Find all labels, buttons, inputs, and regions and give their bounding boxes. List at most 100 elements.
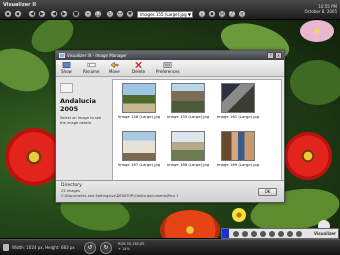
tool-icon[interactable]: [251, 231, 257, 237]
fit-icon[interactable]: □: [94, 10, 102, 18]
thumbnail-caption: Image 167 (Large).jpg: [117, 162, 161, 167]
thumbnail-item[interactable]: Image 146 (Large).jpg: [116, 83, 162, 119]
file-select-value: Images 155 (Large).jpg: [140, 12, 187, 17]
show-button[interactable]: Show: [61, 61, 72, 74]
file-select[interactable]: Images 155 (Large).jpg ▼: [137, 11, 193, 18]
thumbnail-image: [122, 131, 156, 161]
close-window-icon[interactable]: ×: [275, 52, 282, 59]
dialog-content: Andalucia 2005 Select an image to see th…: [56, 77, 284, 188]
rotate-left-icon[interactable]: ↺: [84, 242, 96, 254]
delete-icon: [135, 61, 142, 69]
close-icon[interactable]: ×: [238, 10, 246, 18]
thumbnail-item[interactable]: Image 161 (Large).jpg: [215, 83, 261, 119]
window-controls: ? ×: [267, 52, 282, 59]
thumbnail-image: [122, 83, 156, 113]
dialog-toolbar: Show Rename Move Delete Preferences: [56, 60, 284, 77]
rename-icon: [87, 62, 96, 68]
album-title: Andalucia 2005: [60, 97, 97, 113]
red-flower: [284, 132, 332, 180]
preferences-button[interactable]: Preferences: [156, 61, 180, 74]
delete-label: Delete: [132, 69, 146, 74]
album-hint: Select an image to see the image details: [60, 116, 102, 125]
rename-button[interactable]: Rename: [83, 61, 99, 74]
tool-icon[interactable]: [233, 231, 239, 237]
thumbnail-item[interactable]: Image 167 (Large).jpg: [116, 131, 162, 167]
directory-path: C:\Documents and Settings\vz\DESKTOP\Cie…: [61, 194, 179, 198]
forward-icon[interactable]: ▶: [38, 10, 46, 18]
image-dimensions: Width: 1024 px, Height: 683 px: [12, 245, 75, 250]
flip-icon[interactable]: ↔: [116, 10, 124, 18]
preferences-label: Preferences: [156, 69, 180, 74]
dialog-status-bar: Directory 23 Images C:\Documents and Set…: [56, 180, 284, 202]
orange-flower: [160, 210, 220, 238]
folder-icon: [60, 83, 73, 93]
leaf-shape: [290, 60, 340, 105]
first-icon[interactable]: ◀: [50, 10, 58, 18]
help-window-icon[interactable]: ?: [267, 52, 274, 59]
tool-icon[interactable]: [269, 231, 275, 237]
app-title: Visualizer II: [3, 2, 37, 8]
clock-date: October 8, 2005: [304, 9, 337, 14]
app-bottom-bar: Width: 1024 px, Height: 683 px ↺ ↻ RGB 5…: [0, 239, 340, 255]
folder-icon[interactable]: ▪: [14, 10, 22, 18]
pink-flower: [300, 20, 334, 42]
thumbnail-image: [171, 131, 205, 161]
last-icon[interactable]: ▶: [60, 10, 68, 18]
tool-icon[interactable]: [242, 231, 248, 237]
show-icon: [62, 62, 71, 68]
image-icon[interactable]: ▪: [4, 10, 12, 18]
move-label: Move: [109, 69, 120, 74]
print-icon[interactable]: ▪: [208, 10, 216, 18]
image-count: 23 Images: [61, 189, 80, 193]
image-info-icon: [3, 244, 9, 251]
dialog-title-bar[interactable]: Visualizer IX - Image Manager ? ×: [56, 51, 284, 60]
tool-icon[interactable]: [287, 231, 293, 237]
thumbnail-caption: Image 168 (Large).jpg: [166, 162, 210, 167]
directory-label: Directory: [61, 183, 82, 188]
thumbnail-strip-toolbar: Visualizer: [221, 228, 339, 239]
info-icon[interactable]: i: [198, 10, 206, 18]
tool-icon[interactable]: [278, 231, 284, 237]
settings-icon[interactable]: ✱: [126, 10, 134, 18]
stop-icon[interactable]: ■: [72, 10, 80, 18]
move-button[interactable]: Move: [109, 61, 120, 74]
back-icon[interactable]: ◀: [28, 10, 36, 18]
thumbnail-caption: Image 161 (Large).jpg: [216, 114, 260, 119]
delete-button[interactable]: Delete: [132, 61, 145, 74]
thumbnail-grid[interactable]: Image 146 (Large).jpg Image 155 (Large).…: [112, 79, 282, 186]
thumbnail-image: [221, 131, 255, 161]
thumbnail-item[interactable]: Image 169 (Large).jpg: [215, 131, 261, 167]
dialog-title: Visualizer IX - Image Manager: [67, 53, 127, 58]
zoom-level: + 14%: [118, 246, 130, 251]
move-icon: [110, 61, 119, 69]
thumbnail-item[interactable]: Image 168 (Large).jpg: [165, 131, 211, 167]
rename-label: Rename: [83, 69, 100, 74]
thumbnail-image: [171, 83, 205, 113]
album-info-pane: Andalucia 2005 Select an image to see th…: [56, 77, 112, 188]
mail-icon[interactable]: ✉: [218, 10, 226, 18]
thumbnail-caption: Image 169 (Large).jpg: [216, 162, 260, 167]
thumbnail-caption: Image 146 (Large).jpg: [117, 114, 161, 119]
thumbnail-item[interactable]: Image 155 (Large).jpg: [165, 83, 211, 119]
zoom-icon[interactable]: +: [84, 10, 92, 18]
chevron-down-icon: ▼: [187, 12, 191, 17]
pixel-info: RGB 55,165,85 + 14%: [118, 242, 144, 251]
thumbnail-image: [221, 83, 255, 113]
app-top-bar: Visualizer II ▪ ▪ ◀ ▶ ◀ ▶ ■ + □ ↻ ↔ ✱ Im…: [0, 0, 340, 20]
rotate-icon[interactable]: ↻: [106, 10, 114, 18]
ok-button[interactable]: OK: [258, 188, 277, 196]
pixel-rgb: RGB 55,165,85: [118, 242, 145, 246]
image-manager-dialog: Visualizer IX - Image Manager ? × Show R…: [55, 50, 285, 203]
show-label: Show: [61, 69, 72, 74]
preferences-icon: [163, 62, 172, 68]
tool-icon[interactable]: [260, 231, 266, 237]
app-window-icon: [59, 53, 65, 58]
color-swatch[interactable]: [222, 229, 229, 238]
tool-icon[interactable]: [296, 231, 302, 237]
thumbnail-caption: Image 155 (Large).jpg: [166, 114, 210, 119]
yellow-flower: [232, 208, 246, 222]
clock: 10:55 PM October 8, 2005: [304, 4, 337, 14]
help-icon[interactable]: ?: [228, 10, 236, 18]
brand-label: Visualizer: [313, 231, 336, 236]
rotate-right-icon[interactable]: ↻: [100, 242, 112, 254]
